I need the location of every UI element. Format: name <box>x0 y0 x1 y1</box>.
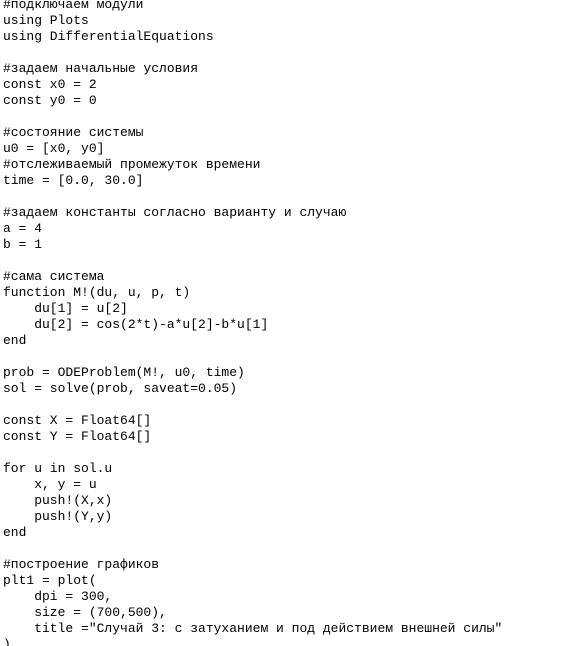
code-line: b = 1 <box>3 237 43 252</box>
code-line: #задаем константы согласно варианту и сл… <box>3 205 347 220</box>
code-line: function M!(du, u, p, t) <box>3 285 191 300</box>
code-line: end <box>3 525 27 540</box>
code-line: u0 = [x0, y0] <box>3 141 105 156</box>
code-line: #построение графиков <box>3 557 160 572</box>
code-line: const Y = Float64[] <box>3 429 152 444</box>
code-editor[interactable]: #подключаем модули using Plots using Dif… <box>0 0 585 646</box>
code-line: const y0 = 0 <box>3 93 97 108</box>
code-line: time = [0.0, 30.0] <box>3 173 144 188</box>
code-line: du[1] = u[2] <box>3 301 128 316</box>
code-line: x, y = u <box>3 477 97 492</box>
code-line: #задаем начальные условия <box>3 61 199 76</box>
code-line: size = (700,500), <box>3 605 167 620</box>
code-line: prob = ODEProblem(M!, u0, time) <box>3 365 245 380</box>
code-line: du[2] = cos(2*t)-a*u[2]-b*u[1] <box>3 317 269 332</box>
code-line: #сама система <box>3 269 105 284</box>
code-line: const X = Float64[] <box>3 413 152 428</box>
code-line: using Plots <box>3 13 89 28</box>
code-line: #состояние системы <box>3 125 144 140</box>
code-line: ) <box>3 637 11 646</box>
code-line: sol = solve(prob, saveat=0.05) <box>3 381 238 396</box>
code-line: a = 4 <box>3 221 43 236</box>
code-line: #подключаем модули <box>3 0 144 12</box>
code-line: #отслеживаемый промежуток времени <box>3 157 261 172</box>
code-line: dpi = 300, <box>3 589 113 604</box>
code-line: push!(X,x) <box>3 493 113 508</box>
code-line: title ="Случай 3: с затуханием и под дей… <box>3 621 503 636</box>
code-line: plt1 = plot( <box>3 573 97 588</box>
code-line: end <box>3 333 27 348</box>
code-line: for u in sol.u <box>3 461 113 476</box>
code-line: const x0 = 2 <box>3 77 97 92</box>
code-line: using DifferentialEquations <box>3 29 214 44</box>
code-line: push!(Y,y) <box>3 509 113 524</box>
